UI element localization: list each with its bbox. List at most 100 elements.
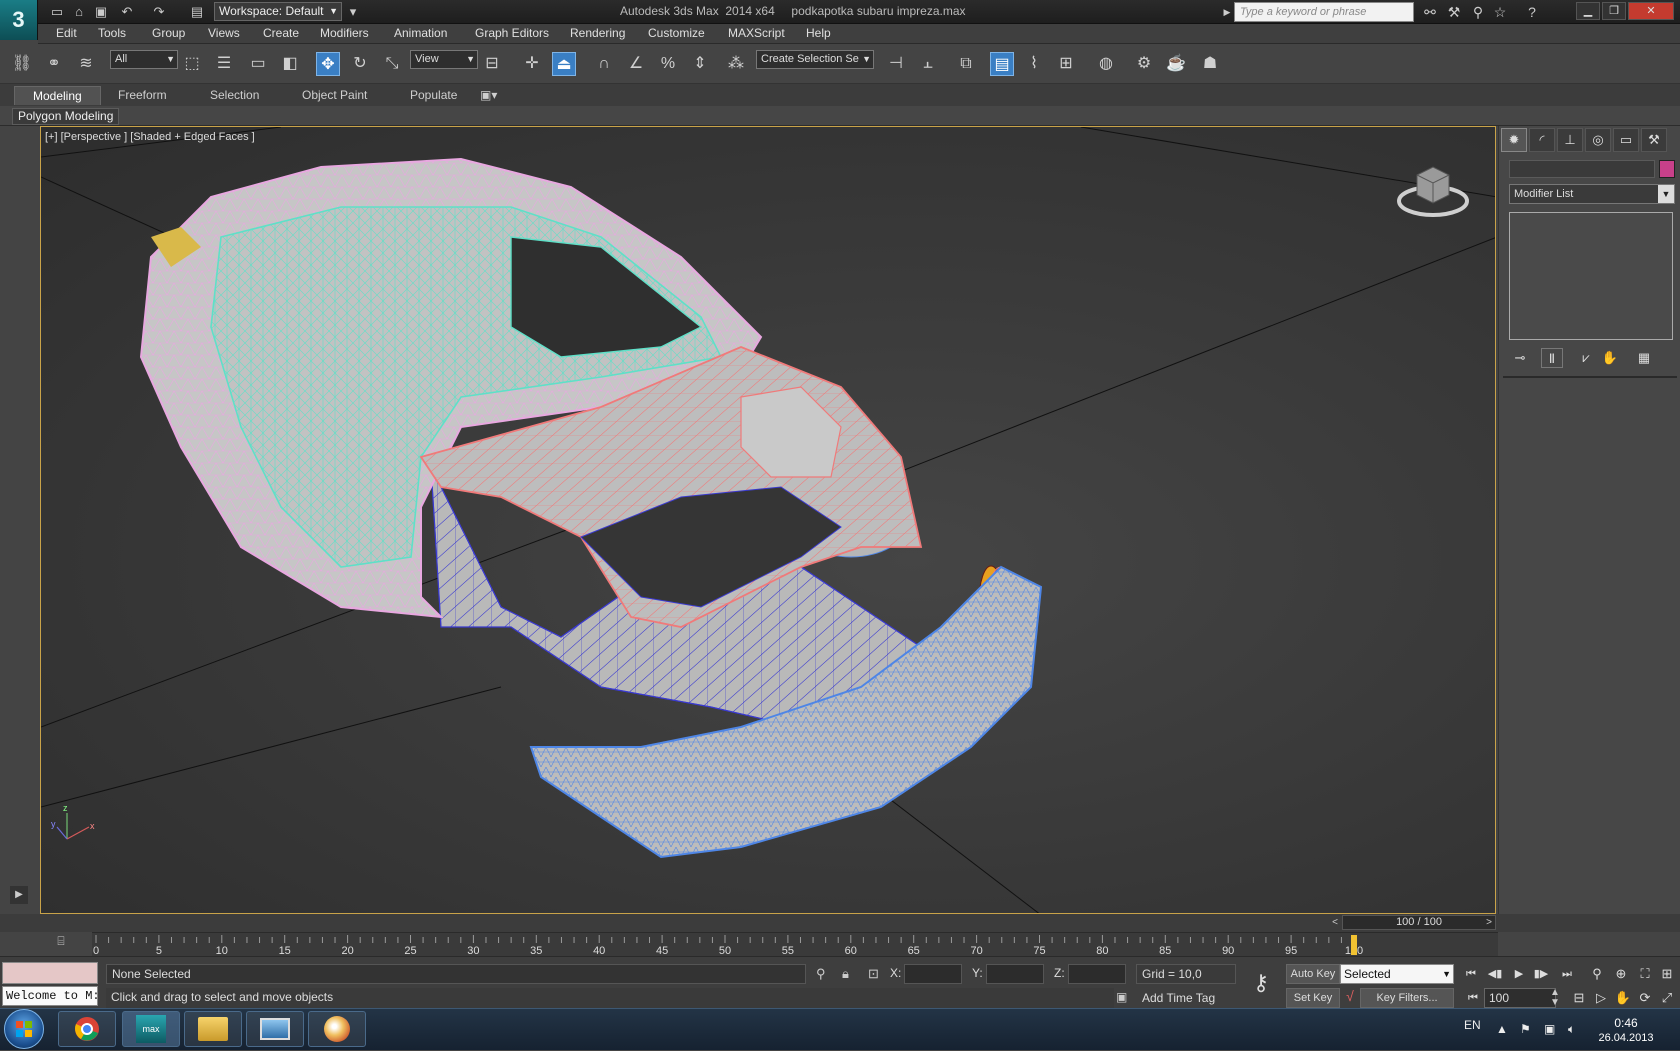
tab-populate[interactable]: Populate (392, 86, 475, 105)
remove-modifier-icon[interactable]: ✋ (1599, 348, 1621, 368)
time-configuration-icon[interactable]: ⊟ (1568, 988, 1590, 1008)
clock-date[interactable]: 26.04.2013 (1596, 1032, 1656, 1044)
tab-object-paint[interactable]: Object Paint (284, 86, 385, 105)
viewport-label[interactable]: [+] [Perspective ] [Shaded + Edged Faces… (45, 131, 255, 143)
next-frame-icon[interactable]: ▮▶ (1530, 964, 1552, 984)
tab-freeform[interactable]: Freeform (100, 86, 185, 105)
select-object-icon[interactable]: ⬚ (180, 52, 204, 76)
current-frame-field[interactable]: 100 (1484, 988, 1556, 1008)
slider-prev-icon[interactable]: < (1328, 915, 1342, 930)
menu-graph-editors[interactable]: Graph Editors (475, 26, 549, 40)
play-icon[interactable]: ▶ (1508, 964, 1530, 984)
z-coord-input[interactable] (1068, 964, 1126, 984)
start-button[interactable] (4, 1009, 44, 1049)
communication-center-icon[interactable]: ⚲ (1468, 3, 1488, 21)
configure-modifier-sets-icon[interactable]: ▦ (1633, 348, 1655, 368)
redo-icon[interactable]: ↷ (150, 3, 168, 21)
volume-icon[interactable]: 🔈︎ (1568, 1022, 1575, 1037)
orbit-icon[interactable]: ⟳ (1634, 988, 1656, 1008)
workspace-dropdown[interactable]: Workspace: Default ▼ (214, 2, 342, 21)
menu-customize[interactable]: Customize (648, 26, 705, 40)
tray-expand-icon[interactable]: ▲ (1496, 1022, 1508, 1036)
use-pivot-center-icon[interactable]: ⊟ (480, 52, 504, 76)
select-and-rotate-icon[interactable]: ↻ (348, 52, 372, 76)
menu-edit[interactable]: Edit (56, 26, 77, 40)
menu-create[interactable]: Create (263, 26, 299, 40)
x-coord-input[interactable] (904, 964, 962, 984)
render-production-icon[interactable]: ☗ (1198, 52, 1222, 76)
render-setup-icon[interactable]: ⚙ (1132, 52, 1156, 76)
selection-lock-icon[interactable]: 🔒︎ (842, 966, 849, 982)
display-panel-icon[interactable]: ▭ (1613, 128, 1639, 152)
pin-stack-icon[interactable]: ⊸ (1509, 348, 1531, 368)
menu-help[interactable]: Help (806, 26, 831, 40)
save-icon[interactable]: ▣ (92, 3, 110, 21)
make-unique-icon[interactable]: ⩗ (1575, 348, 1597, 368)
menu-animation[interactable]: Animation (394, 26, 447, 40)
taskbar-explorer[interactable] (184, 1011, 242, 1047)
go-to-end-icon[interactable]: ⏭ (1556, 964, 1578, 984)
hierarchy-panel-icon[interactable]: ⊥ (1557, 128, 1583, 152)
angle-snap-icon[interactable]: ∠ (624, 52, 648, 76)
keyboard-shortcut-override-icon[interactable]: ⏏ (552, 52, 576, 76)
favorites-icon[interactable]: ☆ (1490, 3, 1510, 21)
maximize-viewport-icon[interactable]: ⤢ (1656, 988, 1678, 1008)
key-mode-toggle-icon[interactable]: ⏮ (1462, 988, 1484, 1008)
absolute-mode-icon[interactable]: ⊡ (868, 966, 879, 982)
viewcube[interactable] (1391, 155, 1475, 221)
select-and-scale-icon[interactable]: ⤡ (380, 52, 404, 76)
select-by-name-icon[interactable]: ☰ (212, 52, 236, 76)
open-icon[interactable]: ⌂ (70, 3, 88, 21)
time-slider[interactable]: 100 / 100 (1342, 915, 1496, 930)
menu-maxscript[interactable]: MAXScript (728, 26, 785, 40)
snaps-toggle-icon[interactable]: ∩ (592, 52, 616, 76)
selection-region-icon[interactable]: ▭ (246, 52, 270, 76)
percent-snap-icon[interactable]: % (656, 52, 680, 76)
maximize-button[interactable]: ❐ (1602, 2, 1626, 20)
key-mode-dropdown[interactable]: Selected ▼ (1340, 964, 1454, 984)
perspective-viewport[interactable]: [+] [Perspective ] [Shaded + Edged Faces… (40, 126, 1496, 914)
frame-spinner-icon[interactable]: ▲ ▼ (1550, 988, 1560, 1008)
slider-next-icon[interactable]: > (1482, 915, 1496, 930)
taskbar-chrome[interactable] (58, 1011, 116, 1047)
zoom-icon[interactable]: ⚲ (1586, 964, 1608, 984)
viewport-layout-tab-icon[interactable]: ▶ (10, 886, 28, 904)
material-editor-icon[interactable]: ◍ (1094, 52, 1118, 76)
menu-modifiers[interactable]: Modifiers (320, 26, 369, 40)
current-time-marker[interactable] (1351, 935, 1357, 955)
menu-tools[interactable]: Tools (98, 26, 126, 40)
time-tag-icon[interactable]: ▣ (1116, 990, 1127, 1004)
maxscript-listener-input[interactable]: Welcome to M: (2, 986, 98, 1006)
layer-explorer-icon[interactable]: ⧉ (954, 52, 978, 76)
window-crossing-icon[interactable]: ◧ (278, 52, 302, 76)
tab-selection[interactable]: Selection (192, 86, 277, 105)
object-name-field[interactable] (1509, 160, 1655, 178)
show-end-result-icon[interactable]: Ⅱ (1541, 348, 1563, 368)
network-icon[interactable]: ▣ (1544, 1022, 1555, 1036)
edit-named-selection-icon[interactable]: ⁂ (724, 52, 748, 76)
minimize-button[interactable]: ▁ (1576, 2, 1600, 20)
unlink-icon[interactable]: ⚭ (42, 52, 66, 76)
create-panel-icon[interactable]: ✹ (1501, 128, 1527, 152)
subscription-icon[interactable]: ⚒ (1444, 3, 1464, 21)
zoom-all-icon[interactable]: ⊕ (1610, 964, 1632, 984)
action-center-icon[interactable]: ⚑ (1520, 1022, 1531, 1036)
named-selection-set-dropdown[interactable]: Create Selection Se ▼ (756, 50, 874, 69)
select-and-move-icon[interactable]: ✥ (316, 52, 340, 76)
binoculars-icon[interactable]: ⚯ (1420, 3, 1440, 21)
key-filters-button[interactable]: Key Filters... (1360, 988, 1454, 1008)
taskbar-3dsmax[interactable]: max (122, 1011, 180, 1047)
rendered-frame-icon[interactable]: ☕ (1164, 52, 1188, 76)
menu-rendering[interactable]: Rendering (570, 26, 625, 40)
menu-views[interactable]: Views (208, 26, 240, 40)
select-and-link-icon[interactable]: ⛓ (10, 52, 34, 76)
zoom-extents-all-icon[interactable]: ⊞ (1656, 964, 1678, 984)
reference-coordinate-dropdown[interactable]: View ▼ (410, 50, 478, 69)
field-of-view-icon[interactable]: ▷ (1590, 988, 1612, 1008)
new-icon[interactable]: ▭ (48, 3, 66, 21)
auto-key-button[interactable]: Auto Key (1286, 964, 1340, 984)
y-coord-input[interactable] (986, 964, 1044, 984)
qat-dropdown-icon[interactable]: ▾ (344, 3, 362, 21)
default-in-out-tangent-icon[interactable]: √ (1340, 988, 1360, 1008)
schematic-view-icon[interactable]: ⊞ (1054, 52, 1078, 76)
